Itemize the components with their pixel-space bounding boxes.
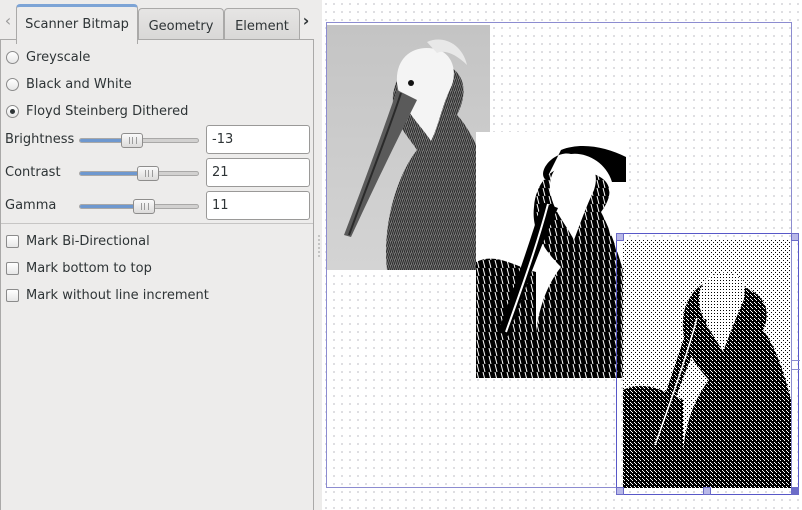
checkbox-label: Mark bottom to top	[26, 260, 152, 276]
resize-handle-bottom-left[interactable]	[616, 487, 624, 495]
contrast-label: Contrast	[5, 165, 61, 180]
radio-indicator[interactable]	[6, 50, 19, 64]
selection-frame[interactable]	[616, 233, 799, 495]
radio-black-and-white[interactable]: Black and White	[6, 73, 132, 95]
resize-handle-bottom-right[interactable]	[791, 487, 799, 495]
checkbox-indicator[interactable]	[6, 261, 19, 275]
contrast-slider[interactable]	[79, 166, 199, 181]
checkbox-indicator[interactable]	[6, 234, 19, 248]
check-no-line-increment[interactable]: Mark without line increment	[6, 284, 209, 306]
contrast-row: Contrast 21	[1, 158, 315, 188]
resize-handle-top-left[interactable]	[616, 233, 624, 241]
gamma-slider[interactable]	[79, 199, 199, 214]
contrast-input[interactable]: 21	[206, 158, 310, 187]
settings-panel: ‹ Scanner Bitmap Geometry Element › Grey…	[0, 0, 316, 510]
resize-handle-top-right[interactable]	[791, 233, 799, 241]
radio-label: Black and White	[26, 76, 132, 92]
checkbox-indicator[interactable]	[6, 288, 19, 302]
slider-knob[interactable]	[137, 166, 159, 181]
resize-handle-bottom-middle[interactable]	[703, 487, 711, 495]
chevron-left-icon[interactable]: ‹	[2, 9, 14, 33]
radio-indicator[interactable]	[6, 77, 19, 91]
pelican-image-greyscale[interactable]	[327, 25, 490, 270]
check-bottom-to-top[interactable]: Mark bottom to top	[6, 257, 152, 279]
slider-knob[interactable]	[121, 133, 143, 148]
gamma-input[interactable]: 11	[206, 191, 310, 220]
brightness-label: Brightness	[5, 132, 75, 147]
tab-label: Scanner Bitmap	[25, 17, 129, 32]
document-canvas[interactable]	[322, 0, 802, 510]
ruler-marker	[792, 360, 800, 370]
brightness-input[interactable]: -13	[206, 125, 310, 154]
tab-scanner-bitmap[interactable]: Scanner Bitmap	[16, 4, 138, 44]
tab-geometry[interactable]: Geometry	[138, 8, 224, 43]
pelican-image-black-white[interactable]	[476, 132, 626, 378]
scanner-bitmap-page: Greyscale Black and White Floyd Steinber…	[0, 39, 314, 510]
radio-label: Greyscale	[26, 49, 91, 65]
chevron-right-icon[interactable]: ›	[300, 9, 312, 33]
brightness-slider[interactable]	[79, 133, 199, 148]
gamma-label: Gamma	[5, 198, 57, 213]
gamma-row: Gamma 11	[1, 191, 315, 221]
radio-floyd-steinberg[interactable]: Floyd Steinberg Dithered	[6, 100, 188, 122]
brightness-row: Brightness -13	[1, 125, 315, 155]
radio-greyscale[interactable]: Greyscale	[6, 46, 90, 68]
slider-knob[interactable]	[133, 199, 155, 214]
radio-indicator[interactable]	[6, 104, 19, 118]
check-bi-directional[interactable]: Mark Bi-Directional	[6, 230, 150, 252]
radio-label: Floyd Steinberg Dithered	[26, 103, 189, 119]
tab-label: Geometry	[148, 19, 214, 34]
checkbox-label: Mark Bi-Directional	[26, 233, 150, 249]
separator	[1, 223, 313, 224]
tab-element[interactable]: Element	[224, 8, 300, 43]
tab-label: Element	[235, 19, 289, 34]
checkbox-label: Mark without line increment	[26, 287, 209, 303]
